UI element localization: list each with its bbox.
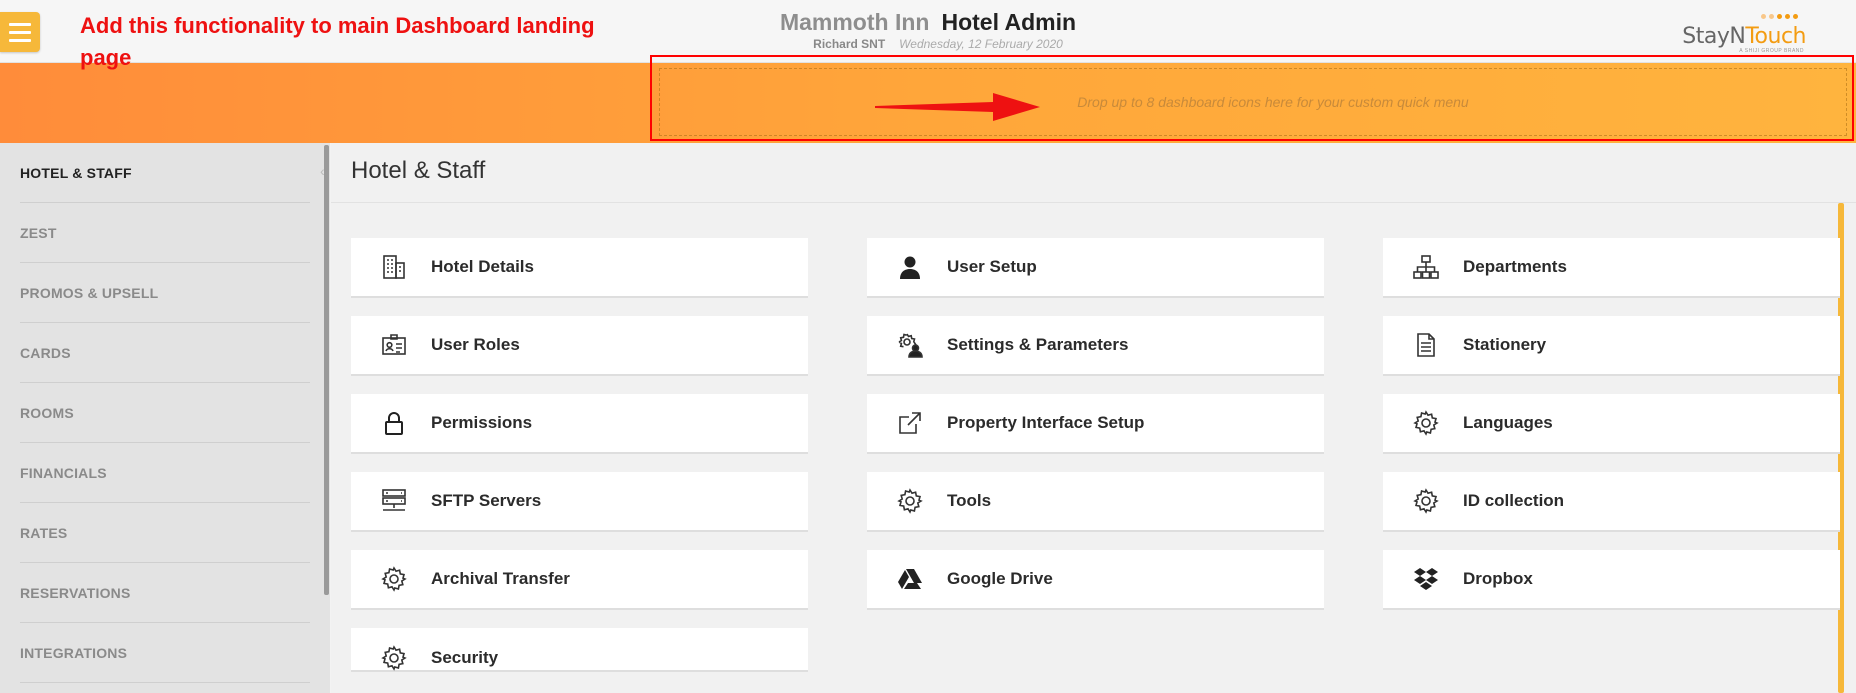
card-label: User Setup: [947, 257, 1037, 276]
card-stationery[interactable]: Stationery: [1383, 316, 1840, 376]
card-hotel-details[interactable]: Hotel Details: [351, 238, 808, 298]
card-tools[interactable]: Tools: [867, 472, 1324, 532]
google-drive-icon: [898, 569, 922, 589]
document-icon: [1417, 333, 1435, 357]
card-id-collection[interactable]: ID collection: [1383, 472, 1840, 532]
card-label: Departments: [1463, 257, 1567, 276]
dropbox-icon: [1414, 568, 1438, 590]
card-label: Tools: [947, 491, 992, 510]
sidebar-item-financials[interactable]: FINANCIALS: [20, 443, 310, 503]
staylogo-dots: [1761, 14, 1798, 19]
staylogo[interactable]: StayNTouch A SHIJI GROUP BRAND: [1682, 14, 1806, 54]
sidebar-item-hotel-staff[interactable]: HOTEL & STAFF: [20, 143, 310, 203]
business-date: Wednesday, 12 February 2020: [899, 37, 1063, 51]
annotation-note: Add this functionality to main Dashboard…: [80, 13, 595, 70]
logo-text: StayNTouch: [1682, 24, 1806, 49]
card-label: Dropbox: [1463, 569, 1533, 588]
card-sftp-servers[interactable]: SFTP Servers: [351, 472, 808, 532]
divider: [331, 202, 1856, 203]
logo-tagline: A SHIJI GROUP BRAND: [1739, 48, 1804, 54]
card-settings-parameters[interactable]: Settings & Parameters: [867, 316, 1324, 376]
external-link-icon: [899, 412, 921, 434]
gear-icon: [897, 488, 923, 514]
card-google-drive[interactable]: Google Drive: [867, 550, 1324, 610]
card-property-interface-setup[interactable]: Property Interface Setup: [867, 394, 1324, 454]
gear-icon: [381, 566, 407, 592]
card-security[interactable]: Security: [351, 628, 808, 672]
sidebar-item-zest[interactable]: ZEST: [20, 203, 310, 263]
sidebar-item-promos-upsell[interactable]: PROMOS & UPSELL: [20, 263, 310, 323]
gear-icon: [381, 645, 407, 671]
card-label: Hotel Details: [431, 257, 534, 276]
sidebar-item-integrations[interactable]: INTEGRATIONS: [20, 623, 310, 683]
card-label: User Roles: [431, 335, 520, 354]
lock-icon: [385, 412, 403, 435]
user-name[interactable]: Richard SNT: [813, 37, 885, 51]
page-title: Hotel & Staff: [351, 157, 486, 184]
card-archival-transfer[interactable]: Archival Transfer: [351, 550, 808, 610]
card-label: Stationery: [1463, 335, 1547, 354]
card-user-roles[interactable]: User Roles: [351, 316, 808, 376]
card-user-setup[interactable]: User Setup: [867, 238, 1324, 298]
card-departments[interactable]: Departments: [1383, 238, 1840, 298]
annotation-frame: [650, 55, 1854, 141]
card-label: ID collection: [1463, 491, 1565, 510]
sidebar: HOTEL & STAFF ZEST PROMOS & UPSELL CARDS…: [0, 143, 330, 693]
gear-icon: [1413, 488, 1439, 514]
sidebar-scrollbar[interactable]: [324, 145, 329, 595]
card-dropbox[interactable]: Dropbox: [1383, 550, 1840, 610]
building-icon: [383, 255, 405, 279]
gear-icon: [1413, 410, 1439, 436]
user-icon: [900, 256, 920, 279]
card-label: Permissions: [431, 413, 533, 432]
sidebar-item-cards[interactable]: CARDS: [20, 323, 310, 383]
card-label: SFTP Servers: [431, 491, 542, 510]
card-label: Security: [431, 648, 499, 667]
logo-text-a: StayN: [1682, 24, 1746, 49]
sidebar-item-rates[interactable]: RATES: [20, 503, 310, 563]
server-icon: [382, 489, 406, 511]
card-label: Settings & Parameters: [947, 335, 1129, 354]
user-gear-icon: [898, 333, 923, 358]
sidebar-item-rooms[interactable]: ROOMS: [20, 383, 310, 443]
card-label: Languages: [1463, 413, 1553, 432]
sidebar-item-reservations[interactable]: RESERVATIONS: [20, 563, 310, 623]
hotel-name: Mammoth Inn: [779, 9, 930, 35]
id-card-icon: [382, 334, 406, 355]
card-label: Archival Transfer: [431, 569, 570, 588]
card-label: Property Interface Setup: [947, 413, 1145, 432]
card-label: Google Drive: [947, 569, 1053, 588]
card-languages[interactable]: Languages: [1383, 394, 1840, 454]
card-permissions[interactable]: Permissions: [351, 394, 808, 454]
org-chart-icon: [1413, 255, 1439, 279]
app-name: Hotel Admin: [941, 9, 1077, 35]
logo-text-b: Touch: [1745, 24, 1806, 49]
